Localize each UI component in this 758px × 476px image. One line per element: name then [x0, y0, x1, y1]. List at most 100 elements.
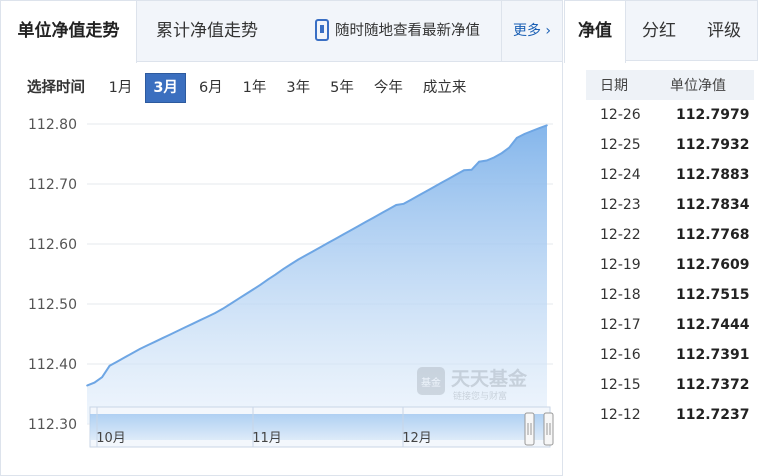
more-link[interactable]: 更多 ›	[501, 1, 562, 62]
y-tick-label: 112.40	[28, 357, 77, 373]
data-point	[297, 258, 299, 261]
data-point	[546, 124, 548, 127]
y-axis-labels: 112.80 112.70 112.60 112.50 112.40 112.30	[28, 117, 77, 433]
row-unit-nav: 112.7391	[676, 347, 750, 363]
y-tick-label: 112.50	[28, 297, 77, 313]
data-point	[501, 152, 503, 154]
range-option[interactable]: 5年	[323, 74, 361, 102]
data-point	[206, 315, 209, 318]
data-point	[123, 356, 126, 359]
data-point	[342, 233, 345, 236]
row-unit-nav: 112.7883	[676, 167, 750, 183]
range-option[interactable]: 成立来	[416, 74, 474, 102]
data-point	[372, 216, 375, 219]
data-point	[418, 194, 420, 197]
data-point	[335, 237, 337, 240]
nav-history-table: 日期 单位净值 12-26 112.7979 12-25 112.7932 12-24 1…	[586, 70, 754, 430]
table-row: 12-26 112.7979	[586, 100, 754, 130]
data-point	[221, 308, 224, 310]
y-tick-label: 112.60	[28, 237, 77, 253]
row-date: 12-24	[600, 167, 641, 183]
table-row: 12-24 112.7883	[586, 160, 754, 190]
data-point	[108, 365, 111, 367]
data-point	[493, 156, 496, 159]
data-point	[259, 284, 262, 286]
row-date: 12-26	[600, 107, 641, 123]
row-date: 12-22	[600, 227, 641, 243]
row-date: 12-25	[600, 137, 641, 153]
range-option[interactable]: 3月	[145, 73, 186, 103]
data-point	[470, 169, 473, 171]
range-option[interactable]: 3年	[279, 74, 317, 102]
range-option[interactable]: 1年	[236, 74, 274, 102]
y-tick-label: 112.80	[28, 117, 77, 133]
tab-dividend[interactable]: 分红	[628, 1, 690, 62]
data-point	[357, 225, 360, 227]
tab-cumulative-nav-trend[interactable]: 累计净值走势	[137, 1, 277, 62]
nav-chart-panel: 单位净值走势 累计净值走势 随时随地查看最新净值 更多 › 选择时间 1月 3月 6…	[0, 0, 563, 476]
row-date: 12-23	[600, 197, 641, 213]
time-range-selector: 选择时间 1月 3月 6月 1年 3年 5年 今年 成立来	[27, 73, 479, 103]
data-point	[425, 190, 428, 192]
data-point	[131, 352, 133, 354]
column-header-date: 日期	[586, 70, 658, 100]
data-point	[169, 333, 171, 336]
row-unit-nav: 112.7768	[676, 227, 750, 243]
data-point	[478, 160, 480, 163]
row-unit-nav: 112.7609	[676, 257, 750, 273]
row-unit-nav: 112.7932	[676, 137, 750, 153]
table-row: 12-22 112.7768	[586, 220, 754, 250]
navigator-handle-left[interactable]	[524, 412, 535, 446]
phone-icon	[315, 19, 329, 41]
history-tabbar: 净值 分红 评级	[564, 0, 758, 63]
x-tick-label: 12月	[402, 431, 432, 446]
range-option[interactable]: 今年	[367, 74, 410, 102]
y-tick-label: 112.30	[28, 417, 77, 433]
data-point	[312, 250, 315, 252]
table-header-row: 日期 单位净值	[586, 70, 754, 100]
navigator-handle-right[interactable]	[543, 412, 554, 446]
data-point	[304, 254, 307, 257]
data-point	[252, 288, 254, 291]
row-unit-nav: 112.7834	[676, 197, 750, 213]
data-point	[395, 204, 398, 206]
data-point	[538, 127, 541, 129]
table-row: 12-23 112.7834	[586, 190, 754, 220]
more-link-label: 更多	[512, 23, 541, 39]
nav-area-chart: 112.80112.70112.60112.50112.40112.30 基金 …	[28, 117, 554, 448]
watermark-badge: 基金	[421, 376, 441, 389]
data-point	[410, 198, 413, 201]
data-point	[440, 182, 443, 184]
data-point	[154, 341, 156, 343]
data-point	[93, 381, 96, 384]
tab-rating[interactable]: 评级	[692, 1, 756, 62]
data-point	[199, 319, 201, 321]
data-point	[139, 348, 141, 350]
data-point	[184, 326, 186, 329]
table-row: 12-15 112.7372	[586, 370, 754, 400]
y-tick-label: 112.70	[28, 177, 77, 193]
range-navigator[interactable]: 10月 11月 12月	[89, 406, 554, 448]
mobile-nav-link[interactable]: 随时随地查看最新净值	[315, 1, 480, 62]
data-point	[380, 212, 382, 215]
range-label: 选择时间	[27, 80, 85, 96]
data-point	[274, 273, 277, 276]
row-unit-nav: 112.7444	[676, 317, 750, 333]
data-point	[531, 130, 533, 132]
range-option[interactable]: 1月	[102, 74, 140, 102]
data-point	[402, 203, 405, 205]
watermark-slogan: 链接您与财富	[453, 390, 507, 402]
data-point	[176, 330, 179, 332]
data-point	[350, 229, 352, 231]
column-header-unit-nav: 单位净值	[658, 70, 754, 100]
data-point	[161, 337, 164, 339]
data-point	[433, 186, 435, 188]
tab-unit-nav-trend[interactable]: 单位净值走势	[1, 1, 137, 63]
nav-history-panel: 净值 分红 评级 日期 单位净值 12-26 112.7979 12-25 112.7…	[564, 0, 758, 476]
data-point	[101, 376, 103, 379]
range-option[interactable]: 6月	[192, 74, 230, 102]
table-row: 12-12 112.7237	[586, 400, 754, 430]
tab-nav[interactable]: 净值	[564, 1, 626, 63]
data-point	[387, 208, 390, 210]
data-point	[229, 303, 232, 305]
